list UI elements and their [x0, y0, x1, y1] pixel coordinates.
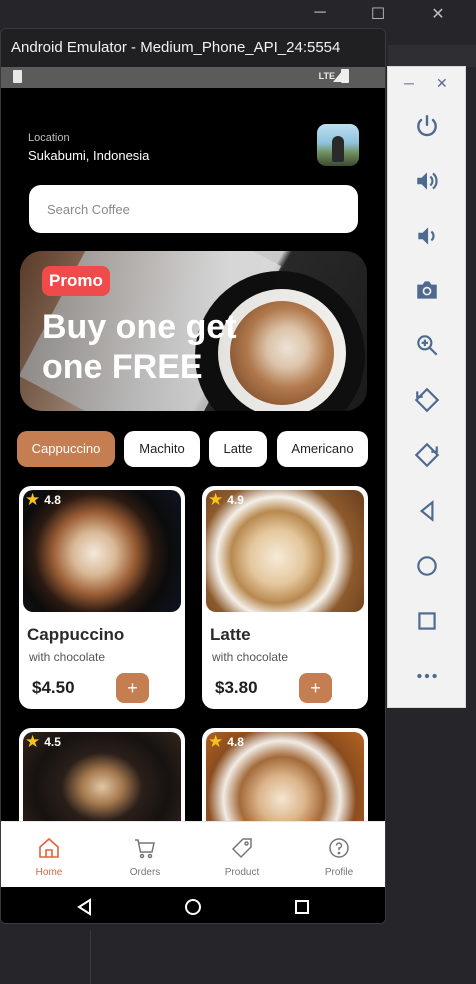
rating-badge: ★ 4.8 [25, 490, 61, 509]
category-chips: Cappuccino Machito Latte Americano [1, 431, 385, 469]
rating-badge: ★ 4.9 [208, 490, 244, 509]
power-icon[interactable] [414, 113, 440, 139]
chip-cappuccino[interactable]: Cappuccino [17, 431, 115, 467]
volume-down-icon[interactable] [414, 223, 440, 249]
nav-profile-label: Profile [324, 867, 354, 878]
emulator-control-panel: ─ ✕ [387, 66, 466, 708]
location-label: Location [28, 132, 70, 144]
product-photo [23, 490, 181, 612]
promo-badge: Promo [42, 266, 110, 296]
nav-home-label: Home [35, 867, 63, 878]
tag-icon [231, 838, 252, 859]
product-photo [206, 490, 364, 612]
chip-machito[interactable]: Machito [124, 431, 200, 467]
rating-value: 4.8 [227, 735, 244, 749]
home-circle-icon[interactable] [184, 898, 202, 916]
product-card[interactable]: ★ 4.8 [202, 728, 368, 821]
back-icon[interactable] [76, 898, 94, 916]
panel-minimize-icon[interactable]: ─ [404, 75, 414, 91]
background-divider [90, 930, 91, 984]
nav-product-label: Product [224, 867, 260, 878]
promo-headline: Buy one get one FREE [42, 308, 237, 386]
rating-value: 4.5 [44, 735, 61, 749]
home-icon [39, 837, 59, 858]
rating-value: 4.8 [44, 493, 61, 507]
rating-badge: ★ 4.8 [208, 732, 244, 751]
minimize-icon[interactable]: ─ [308, 4, 332, 22]
panel-close-icon[interactable]: ✕ [436, 75, 448, 92]
close-icon[interactable]: ✕ [426, 4, 450, 24]
zoom-icon[interactable] [414, 332, 440, 358]
volume-up-icon[interactable] [414, 168, 440, 194]
product-name: Latte [210, 625, 251, 644]
maximize-icon[interactable]: ☐ [366, 4, 390, 24]
product-name: Cappuccino [27, 625, 125, 644]
home-icon[interactable] [414, 553, 440, 579]
nav-product[interactable]: Product [194, 822, 290, 888]
rotate-right-icon[interactable] [414, 442, 440, 468]
nav-home[interactable]: Home [1, 822, 97, 888]
add-to-cart-button[interactable]: + [299, 673, 332, 703]
star-icon: ★ [25, 732, 41, 751]
product-price: $4.50 [32, 678, 75, 697]
coffee-app: Location Sukabumi, Indonesia Search Coff… [1, 88, 385, 821]
phone-screen: LTE Location Sukabumi, Indonesia Search … [1, 67, 385, 923]
search-input[interactable]: Search Coffee [29, 185, 358, 233]
more-icon[interactable] [414, 663, 440, 689]
star-icon: ★ [25, 490, 41, 509]
system-navigation-bar [1, 887, 385, 923]
background-toolbar [388, 45, 476, 67]
avatar[interactable] [317, 124, 359, 166]
product-card[interactable]: ★ 4.9 Latte with chocolate $3.80 + [202, 486, 368, 709]
nav-orders-label: Orders [129, 867, 161, 878]
product-card[interactable]: ★ 4.8 Cappuccino with chocolate $4.50 + [19, 486, 185, 709]
promo-banner[interactable]: Promo Buy one get one FREE [20, 251, 367, 411]
rating-badge: ★ 4.5 [25, 732, 61, 751]
product-card[interactable]: ★ 4.5 [19, 728, 185, 821]
camera-icon[interactable] [414, 277, 440, 303]
nav-orders[interactable]: Orders [97, 822, 193, 888]
help-circle-icon [329, 838, 349, 858]
emulator-window: Android Emulator - Medium_Phone_API_24:5… [0, 28, 386, 924]
chip-americano[interactable]: Americano [277, 431, 368, 467]
back-icon[interactable] [414, 498, 440, 524]
star-icon: ★ [208, 490, 224, 509]
nav-profile[interactable]: Profile [291, 822, 385, 888]
overview-icon[interactable] [293, 898, 311, 916]
location-value[interactable]: Sukabumi, Indonesia [28, 148, 149, 163]
background-window-titlebar: ─ ☐ ✕ [0, 0, 476, 30]
product-desc: with chocolate [29, 650, 106, 664]
cart-icon [135, 839, 155, 859]
chip-latte[interactable]: Latte [209, 431, 267, 467]
overview-icon[interactable] [414, 608, 440, 634]
product-price: $3.80 [215, 678, 258, 697]
bottom-nav: Home Orders Product Profile [1, 821, 385, 888]
sim-icon [13, 70, 22, 83]
rating-value: 4.9 [227, 493, 244, 507]
product-desc: with chocolate [212, 650, 289, 664]
rotate-left-icon[interactable] [414, 387, 440, 413]
search-placeholder: Search Coffee [47, 201, 130, 217]
battery-icon [341, 69, 349, 83]
star-icon: ★ [208, 732, 224, 751]
emulator-title: Android Emulator - Medium_Phone_API_24:5… [1, 29, 385, 67]
status-bar: LTE [1, 67, 385, 88]
add-to-cart-button[interactable]: + [116, 673, 149, 703]
